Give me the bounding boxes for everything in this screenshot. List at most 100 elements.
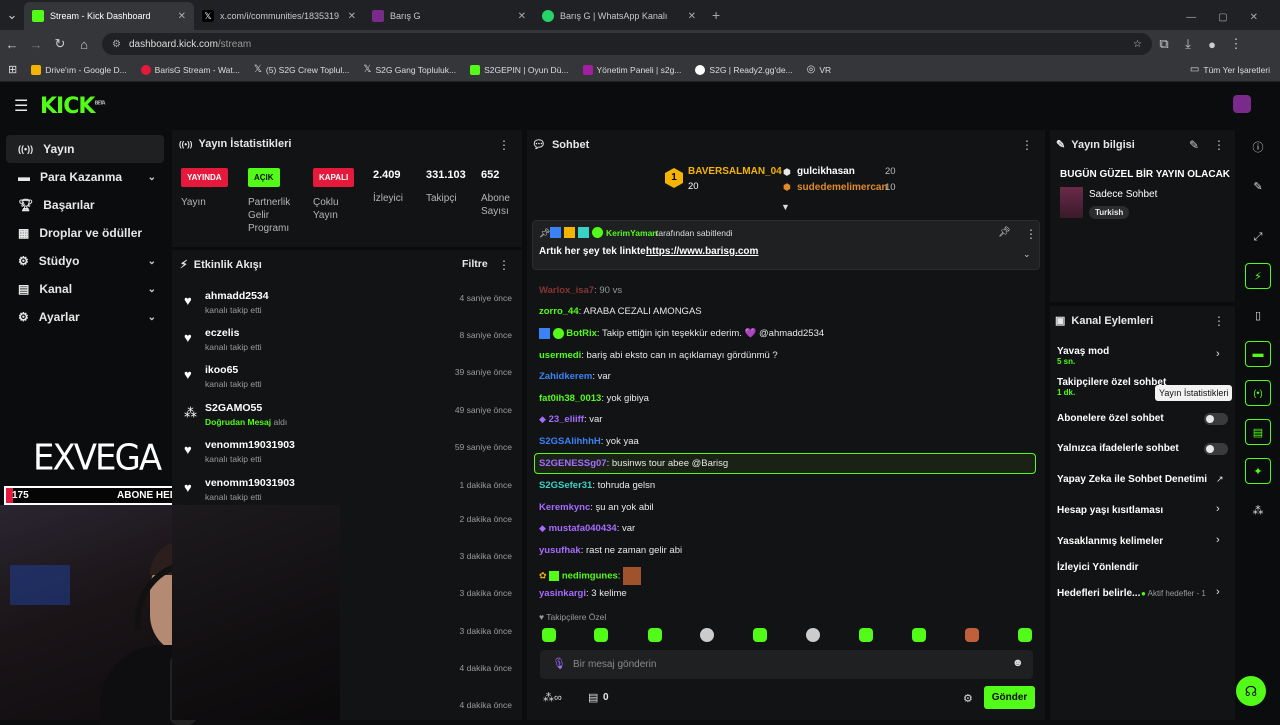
- chat-message[interactable]: fat0ih38_0013: yok gibiya: [539, 393, 649, 404]
- external-link-icon[interactable]: ↗: [1216, 474, 1224, 485]
- bookmark-item[interactable]: 𝕏 S2G Gang Topluluk...: [363, 64, 456, 75]
- kick-logo[interactable]: KICKBETA: [40, 94, 106, 119]
- emote-icon[interactable]: [594, 628, 608, 642]
- sidebar-item-kanal[interactable]: ▤ Kanal ⌄: [6, 275, 164, 303]
- chat-bubble-icon[interactable]: ▬: [1245, 341, 1271, 367]
- emote-icon[interactable]: [965, 628, 979, 642]
- close-icon[interactable]: ✕: [688, 11, 696, 22]
- slow-mode-item[interactable]: Yavaş mod 5 sn.: [1057, 346, 1109, 366]
- unpin-icon[interactable]: 📌︎: [998, 227, 1011, 238]
- chevron-right-icon[interactable]: ›: [1216, 348, 1220, 360]
- chat-message[interactable]: BotRix: Takip ettiğin için teşekkür eder…: [539, 328, 824, 339]
- chat-message[interactable]: ✿ nedimgunes:: [539, 567, 642, 585]
- top-gifter-name[interactable]: sudedemelimercan: [797, 182, 888, 193]
- sidebar-item-basarilar[interactable]: 🏆︎ Başarılar: [6, 191, 164, 219]
- activity-item[interactable]: ♥ ahmadd2534 kanalı takip etti 4 saniye önc…: [178, 285, 522, 322]
- more-icon[interactable]: ⋮: [1213, 314, 1225, 328]
- window-controls[interactable]: —▢✕: [1186, 12, 1280, 23]
- emote-icon[interactable]: [542, 628, 556, 642]
- chat-message[interactable]: Warlox_isa7: 90 vs: [539, 285, 622, 296]
- close-icon[interactable]: ✕: [518, 11, 526, 22]
- close-icon[interactable]: ✕: [348, 11, 356, 22]
- chat-message[interactable]: ◆ 23_eliiff: var: [539, 414, 602, 425]
- activity-item[interactable]: ♥ venomm19031903 kanalı takip etti 59 saniy…: [178, 434, 522, 471]
- chat-message[interactable]: Zahidkerem: var: [539, 371, 611, 382]
- all-bookmarks[interactable]: ▭ Tüm Yer İşaretleri: [1190, 64, 1270, 75]
- lightning-icon[interactable]: ⚡︎: [1245, 263, 1271, 289]
- extensions-icon[interactable]: ⧉: [1152, 36, 1176, 52]
- chevron-right-icon[interactable]: ›: [1216, 503, 1220, 515]
- browser-tab-whatsapp[interactable]: Barış G | WhatsApp Kanalı ✕: [534, 2, 704, 30]
- goals-item[interactable]: Hedefleri belirle...: [1057, 588, 1140, 599]
- followers-only-item[interactable]: Takipçilere özel sohbet 1 dk.: [1057, 377, 1166, 397]
- info-icon[interactable]: ⓘ: [1245, 134, 1271, 160]
- chat-message[interactable]: yasinkargi: 3 kelime: [539, 588, 627, 599]
- emote-icon[interactable]: [648, 628, 662, 642]
- new-tab-icon[interactable]: +: [712, 7, 720, 23]
- sidebar-item-yayin[interactable]: ((•)) Yayın: [6, 135, 164, 163]
- category-name[interactable]: Sadece Sohbet: [1089, 189, 1157, 200]
- bookmark-item[interactable]: ◎ VR: [807, 64, 832, 75]
- store-icon[interactable]: ▤: [588, 691, 598, 704]
- send-button[interactable]: Gönder: [984, 686, 1035, 709]
- tab-list-icon[interactable]: ⌄: [0, 7, 24, 23]
- chat-message[interactable]: Keremkync: şu an yok abil: [539, 502, 654, 513]
- gear-icon[interactable]: ⚙: [963, 692, 973, 705]
- chat-input[interactable]: 🎙︎ Bir mesaj gönderin ☻: [540, 650, 1033, 679]
- pinned-link[interactable]: https://www.barisg.com: [646, 246, 758, 257]
- emote-icon[interactable]: [753, 628, 767, 642]
- menu-icon[interactable]: ⋮: [1224, 36, 1248, 52]
- sidebar-item-para-kazanma[interactable]: ▬ Para Kazanma ⌄: [6, 163, 164, 191]
- back-icon[interactable]: ←: [0, 37, 24, 52]
- top-gifter-name[interactable]: BAVERSALMAN_04: [688, 166, 782, 177]
- browser-tab-barisg[interactable]: Barış G ✕: [364, 2, 534, 30]
- url-bar[interactable]: ⚙ dashboard.kick.com/stream ☆: [102, 33, 1152, 55]
- chat-message[interactable]: S2GSAlihhhH: yok yaa: [539, 436, 639, 447]
- more-icon[interactable]: ⋮: [1213, 138, 1225, 152]
- bookmark-item[interactable]: 𝕏 (5) S2G Crew Toplul...: [254, 64, 350, 75]
- emote-icon[interactable]: [1018, 628, 1032, 642]
- activity-item[interactable]: ♥ eczelis kanalı takip etti 8 saniye önce: [178, 322, 522, 359]
- support-icon[interactable]: ☊: [1236, 676, 1266, 706]
- bookmark-item[interactable]: S2GEPIN | Oyun Dü...: [470, 64, 569, 75]
- emote-icon[interactable]: [806, 628, 820, 642]
- chat-message[interactable]: S2GENESSg07: businws tour abee @Barisg: [539, 458, 728, 469]
- emoji-icon[interactable]: ☻: [1012, 657, 1024, 669]
- hamburger-icon[interactable]: ☰: [14, 96, 28, 116]
- category-thumbnail[interactable]: [1060, 187, 1083, 218]
- age-restrict-item[interactable]: Hesap yaşı kısıtlaması: [1057, 505, 1163, 516]
- browser-tab-x[interactable]: 𝕏 x.com/i/communities/1835319 ✕: [194, 2, 364, 30]
- chevron-right-icon[interactable]: ›: [1216, 586, 1220, 598]
- banned-words-item[interactable]: Yasaklanmış kelimeler: [1057, 536, 1163, 547]
- chat-message[interactable]: ◆ mustafa040434: var: [539, 523, 635, 534]
- language-tag[interactable]: Turkish: [1089, 206, 1130, 219]
- activity-item[interactable]: ♥ venomm19031903 kanalı takip etti 1 dakika…: [178, 472, 522, 509]
- emote-icon[interactable]: [859, 628, 873, 642]
- filter-button[interactable]: Filtre: [462, 258, 488, 270]
- bookmark-item[interactable]: Yönetim Paneli | s2g...: [582, 64, 681, 75]
- home-icon[interactable]: ⌂: [72, 37, 96, 52]
- chevron-right-icon[interactable]: ›: [1216, 534, 1220, 546]
- broadcast-icon[interactable]: (•): [1245, 380, 1271, 406]
- subs-only-item[interactable]: Abonelere özel sohbet: [1057, 413, 1164, 424]
- browser-tab-kick[interactable]: Stream - Kick Dashboard ✕: [24, 2, 194, 30]
- activity-item[interactable]: ♥ ikoo65 kanalı takip etti 39 saniye önce: [178, 359, 522, 396]
- forward-icon[interactable]: →: [24, 37, 48, 52]
- sidebar-item-ayarlar[interactable]: ⚙ Ayarlar ⌄: [6, 303, 164, 331]
- more-icon[interactable]: ⋮: [1021, 138, 1033, 152]
- sidebar-item-droplar[interactable]: ▦ Droplar ve ödüller: [6, 219, 164, 247]
- shield-icon[interactable]: ▤: [1245, 419, 1271, 445]
- bookmark-item[interactable]: Drive'ım - Google D...: [31, 64, 127, 75]
- close-icon[interactable]: ✕: [178, 11, 186, 22]
- viewer-redirect-item[interactable]: İzleyici Yönlendir: [1057, 562, 1139, 573]
- more-icon[interactable]: ⋮: [1025, 227, 1037, 241]
- emote-icon[interactable]: [912, 628, 926, 642]
- more-icon[interactable]: ⋮: [498, 138, 510, 152]
- chat-message[interactable]: usermedi: bariş abi ekstо can ın açıklam…: [539, 350, 778, 361]
- emote-icon[interactable]: [700, 628, 714, 642]
- emotes-only-toggle[interactable]: [1204, 443, 1228, 455]
- subs-only-toggle[interactable]: [1204, 413, 1228, 425]
- chat-message[interactable]: yusufhak: rast ne zaman gelir abi: [539, 545, 682, 556]
- sidebar-item-studyo[interactable]: ⚙ Stüdyo ⌄: [6, 247, 164, 275]
- reload-icon[interactable]: ↻: [48, 36, 72, 52]
